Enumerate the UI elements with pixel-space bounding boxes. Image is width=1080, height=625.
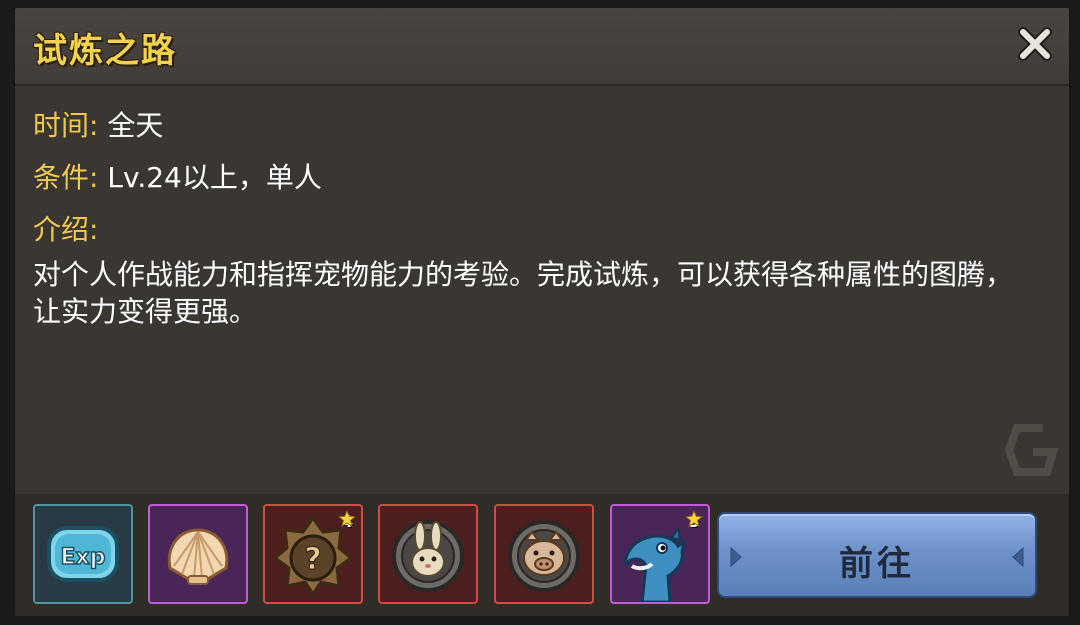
condition-row: 条件: Lv.24以上，单人 [33, 152, 1039, 204]
star-icon [337, 510, 356, 528]
intro-row: 介绍: [33, 204, 1039, 256]
rabbit-totem-icon [392, 520, 464, 592]
arrow-left-icon [1012, 546, 1024, 568]
time-value: 全天 [107, 109, 164, 142]
go-button-label: 前往 [839, 544, 915, 584]
exp-icon: Exp [47, 526, 119, 582]
reward-slot-shell[interactable] [148, 504, 248, 604]
dialog-header: 试炼之路 [15, 8, 1069, 86]
go-button[interactable]: 前往 [717, 512, 1037, 598]
watermark-logo-icon [1004, 424, 1059, 476]
reward-slot-pig-totem[interactable] [494, 504, 594, 604]
shell-icon [167, 528, 229, 585]
condition-value: Lv.24以上，单人 [107, 161, 322, 194]
star-badge: 3 [684, 510, 704, 532]
star-icon [684, 510, 703, 528]
info-section: 时间: 全天 条件: Lv.24以上，单人 介绍: 对个人作战能力和指挥宠物能力… [33, 100, 1039, 330]
intro-label: 介绍: [33, 213, 99, 246]
reward-slot-dinosaur-pet[interactable]: 3 [610, 504, 710, 604]
star-badge: 4 [337, 510, 357, 532]
close-icon[interactable] [1015, 24, 1055, 64]
condition-label: 条件: [33, 161, 99, 194]
question-mark-text: ? [304, 542, 321, 577]
dialog-title: 试炼之路 [33, 31, 177, 71]
reward-slot-mystery-totem[interactable]: ? 4 [263, 504, 363, 604]
time-row: 时间: 全天 [33, 100, 1039, 152]
description-text: 对个人作战能力和指挥宠物能力的考验。完成试炼，可以获得各种属性的图腾，让实力变得… [33, 258, 1014, 328]
time-label: 时间: [33, 109, 99, 142]
reward-slot-exp[interactable]: Exp [33, 504, 133, 604]
exp-text: Exp [61, 545, 106, 570]
pig-totem-icon [508, 520, 580, 592]
reward-slot-rabbit-totem[interactable] [378, 504, 478, 604]
